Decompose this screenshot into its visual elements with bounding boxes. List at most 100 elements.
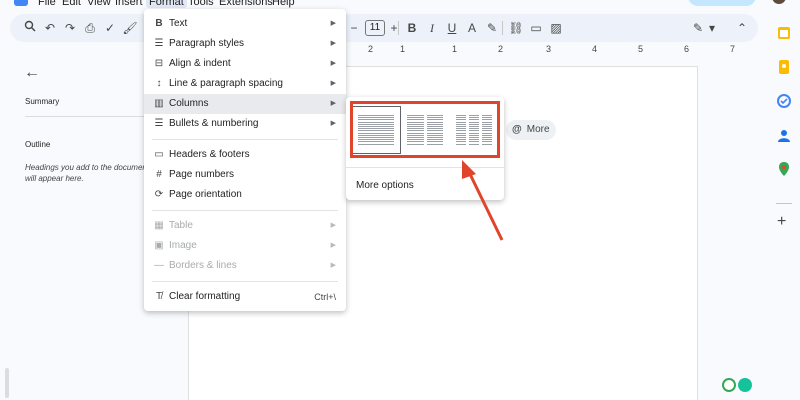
italic-button[interactable]: I <box>424 20 440 36</box>
line-spacing-icon: ↕ <box>156 78 162 89</box>
menu-divider <box>152 281 338 282</box>
ruler[interactable]: 2 1 1 2 3 4 5 6 7 <box>346 44 766 58</box>
outline-heading: Outline <box>25 140 51 149</box>
menu-item-clear-formatting[interactable]: T̸ Clear formatting Ctrl+\ <box>144 287 346 307</box>
menu-item-align-indent[interactable]: ⊟ Align & indent ▶ <box>144 54 346 74</box>
more-chip-button[interactable]: @ More <box>506 120 556 140</box>
ruler-number: 1 <box>400 44 406 54</box>
menu-item-text[interactable]: B Text ▶ <box>144 14 346 34</box>
tasks-icon[interactable] <box>777 94 791 108</box>
scrollbar[interactable] <box>5 368 9 398</box>
submenu-arrow-icon: ▶ <box>330 20 336 27</box>
increase-font-icon[interactable]: + <box>386 20 402 36</box>
menu-format[interactable]: Format <box>146 0 187 8</box>
toolbar-divider <box>502 21 503 35</box>
format-menu: B Text ▶ ☰ Paragraph styles ▶ ⊟ Align & … <box>144 9 346 311</box>
menu-item-label: Borders & lines <box>169 260 237 271</box>
menu-bar: File Edit View Insert Format Tools Exten… <box>0 0 800 10</box>
menu-help[interactable]: Help <box>272 0 295 8</box>
share-button[interactable] <box>688 0 756 6</box>
redo-icon[interactable]: ↷ <box>62 20 78 36</box>
submenu-arrow-icon: ▶ <box>330 242 336 249</box>
comment-icon[interactable]: ▭ <box>528 20 544 36</box>
menu-file[interactable]: File <box>38 0 56 8</box>
menu-divider <box>152 210 338 211</box>
underline-button[interactable]: U <box>444 20 460 36</box>
avatar[interactable] <box>772 0 786 4</box>
clear-formatting-icon: T̸ <box>155 291 163 302</box>
menu-item-label: Page numbers <box>169 169 235 180</box>
outline-hint-text: Headings you add to the document will ap… <box>25 163 150 183</box>
back-arrow-icon[interactable]: ← <box>24 64 40 82</box>
ruler-number: 3 <box>546 44 552 54</box>
menu-item-label: Columns <box>169 98 209 109</box>
paint-format-icon[interactable]: 🖌 <box>122 20 138 36</box>
menu-item-label: Align & indent <box>169 58 231 69</box>
submenu-arrow-icon: ▶ <box>330 100 336 107</box>
chevron-down-icon[interactable]: ▾ <box>704 20 720 36</box>
docs-logo-icon[interactable] <box>14 0 28 6</box>
bold-icon: B <box>155 18 163 29</box>
more-chip-label: More <box>526 124 550 135</box>
menu-view[interactable]: View <box>87 0 111 8</box>
menu-item-label: Clear formatting <box>169 291 241 302</box>
menu-item-borders-lines: — Borders & lines ▶ <box>144 256 346 276</box>
columns-submenu: More options <box>346 97 504 200</box>
menu-item-headers-footers[interactable]: ▭ Headers & footers <box>144 145 346 165</box>
print-icon[interactable]: ⎙ <box>82 20 98 36</box>
shortcut-label: Ctrl+\ <box>314 292 336 302</box>
font-size-input[interactable]: 11 <box>365 20 385 36</box>
undo-icon[interactable]: ↶ <box>42 20 58 36</box>
menu-divider <box>152 139 338 140</box>
menu-item-label: Line & paragraph spacing <box>169 78 283 89</box>
menu-item-label: Headers & footers <box>169 149 250 160</box>
collapse-menus-icon[interactable]: ⌃ <box>734 20 750 36</box>
header-footer-icon: ▭ <box>154 149 164 160</box>
table-icon: ▦ <box>154 220 164 231</box>
link-icon[interactable]: ⛓ <box>508 20 524 36</box>
menu-item-label: Paragraph styles <box>169 38 245 49</box>
text-color-icon[interactable]: A <box>464 20 480 36</box>
menu-item-page-orientation[interactable]: ⟳ Page orientation <box>144 185 346 205</box>
more-options-button[interactable]: More options <box>356 180 414 191</box>
submenu-arrow-icon: ▶ <box>330 222 336 229</box>
menu-edit[interactable]: Edit <box>62 0 81 8</box>
menu-item-bullets-numbering[interactable]: ☰ Bullets & numbering ▶ <box>144 114 346 134</box>
highlight-icon[interactable]: ✎ <box>484 20 500 36</box>
divider <box>25 116 155 117</box>
spellcheck-icon[interactable]: ✓ <box>102 20 118 36</box>
paragraph-styles-icon: ☰ <box>154 38 164 49</box>
ruler-number: 1 <box>452 44 458 54</box>
menu-extensions[interactable]: Extensions <box>219 0 273 8</box>
explore-icon[interactable] <box>722 378 736 392</box>
menu-item-table: ▦ Table ▶ <box>144 216 346 236</box>
image-icon[interactable]: ▨ <box>548 20 564 36</box>
ruler-number: 4 <box>592 44 598 54</box>
add-addon-icon[interactable]: + <box>777 214 786 230</box>
menu-divider <box>346 167 504 168</box>
menu-item-image: ▣ Image ▶ <box>144 236 346 256</box>
keep-icon[interactable] <box>777 60 791 74</box>
maps-icon[interactable] <box>777 162 791 176</box>
toolbar: ↶ ↷ ⎙ ✓ 🖌 − 11 + B I U A ✎ ⛓ ▭ ▨ ✎ ▾ ⌃ <box>10 14 758 42</box>
align-icon: ⊟ <box>154 58 164 69</box>
summary-heading: Summary <box>25 97 60 106</box>
menu-item-page-numbers[interactable]: # Page numbers <box>144 165 346 185</box>
menu-insert[interactable]: Insert <box>115 0 143 8</box>
contacts-icon[interactable] <box>777 128 791 142</box>
ruler-number: 6 <box>684 44 690 54</box>
menu-item-paragraph-styles[interactable]: ☰ Paragraph styles ▶ <box>144 34 346 54</box>
ruler-number: 7 <box>730 44 736 54</box>
search-icon[interactable] <box>22 20 38 36</box>
bullets-icon: ☰ <box>154 118 164 129</box>
menu-item-columns[interactable]: ▥ Columns ▶ <box>144 94 346 114</box>
submenu-arrow-icon: ▶ <box>330 80 336 87</box>
bold-button[interactable]: B <box>404 20 420 36</box>
calendar-icon[interactable] <box>777 26 791 40</box>
menu-tools[interactable]: Tools <box>188 0 214 8</box>
menu-item-line-spacing[interactable]: ↕ Line & paragraph spacing ▶ <box>144 74 346 94</box>
divider <box>776 203 792 204</box>
grammarly-icon[interactable] <box>738 378 752 392</box>
decrease-font-icon[interactable]: − <box>346 20 362 36</box>
side-panel: + <box>768 10 800 400</box>
